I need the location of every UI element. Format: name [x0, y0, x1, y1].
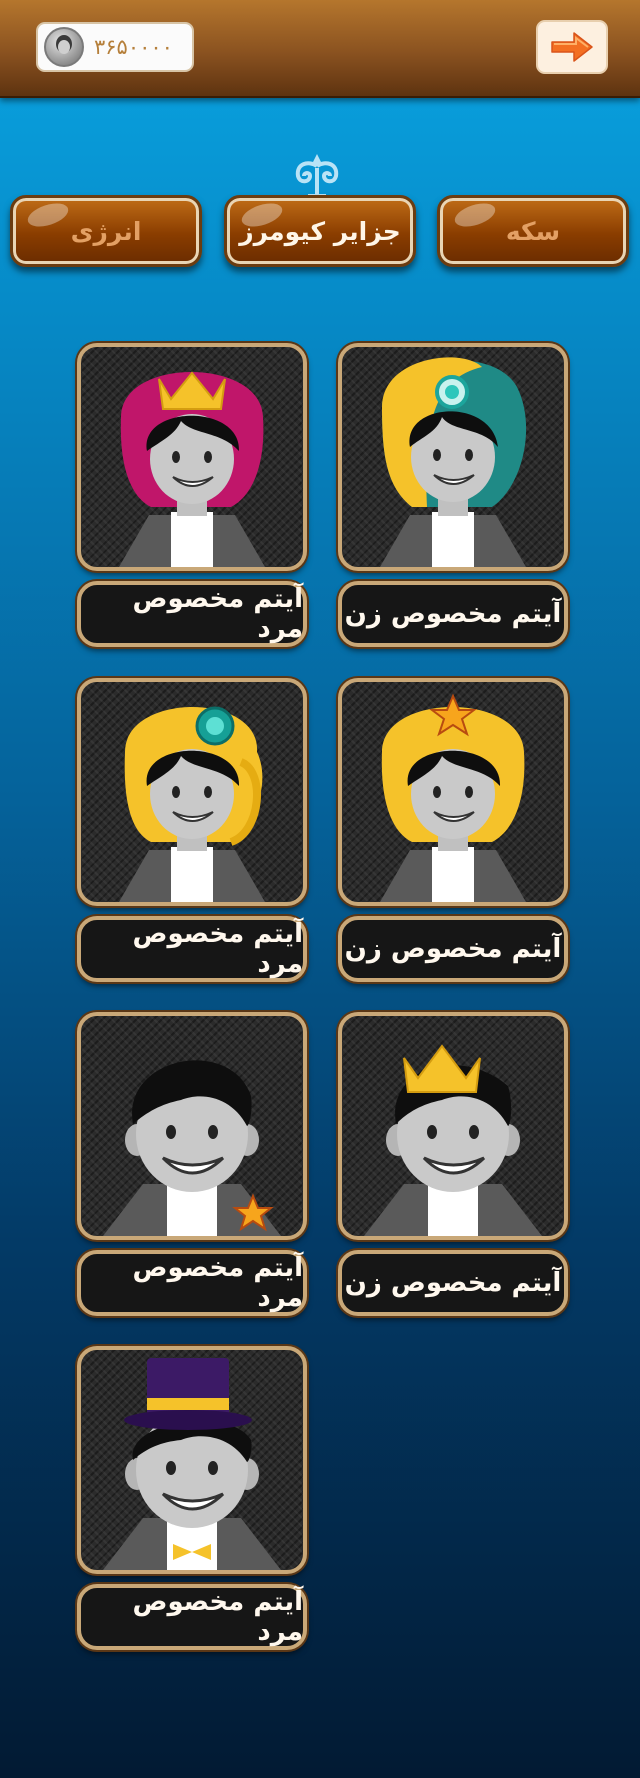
item-label: آیتم مخصوص مرد — [77, 1584, 307, 1650]
item-card[interactable] — [77, 1012, 307, 1240]
coin-avatar-icon — [44, 27, 84, 67]
item-label: آیتم مخصوص زن — [338, 916, 568, 982]
coin-balance: ۳۶۵۰۰۰۰ — [94, 35, 173, 59]
male-avatar-crown-icon — [364, 1044, 542, 1236]
item-label: آیتم مخصوص مرد — [77, 916, 307, 982]
item-card[interactable] — [77, 678, 307, 906]
item-card[interactable] — [338, 343, 568, 571]
male-avatar-star-pin-icon — [103, 1060, 281, 1236]
item-card[interactable] — [77, 1346, 307, 1574]
item-card[interactable] — [77, 343, 307, 571]
female-avatar-scarf-gem-icon — [119, 706, 265, 902]
female-avatar-scarf-star-icon — [380, 693, 526, 902]
item-label: آیتم مخصوص مرد — [77, 581, 307, 647]
male-avatar-top-hat-icon — [103, 1358, 281, 1570]
tab-coin[interactable]: سکه — [437, 195, 629, 267]
item-card[interactable] — [338, 678, 568, 906]
back-button[interactable] — [536, 20, 608, 74]
coin-balance-box[interactable]: ۳۶۵۰۰۰۰ — [36, 22, 194, 72]
top-bar: ۳۶۵۰۰۰۰ — [0, 0, 640, 98]
tab-kiumarz-islands[interactable]: جزایر کیومرز — [224, 195, 416, 267]
tab-energy[interactable]: انرژی — [10, 195, 202, 267]
female-avatar-scarf-crown-icon — [119, 371, 265, 567]
arrow-right-icon — [551, 32, 593, 62]
item-card[interactable] — [338, 1012, 568, 1240]
item-label: آیتم مخصوص مرد — [77, 1250, 307, 1316]
female-avatar-scarf-gem-icon — [380, 357, 527, 567]
item-label: آیتم مخصوص زن — [338, 1250, 568, 1316]
item-label: آیتم مخصوص زن — [338, 581, 568, 647]
